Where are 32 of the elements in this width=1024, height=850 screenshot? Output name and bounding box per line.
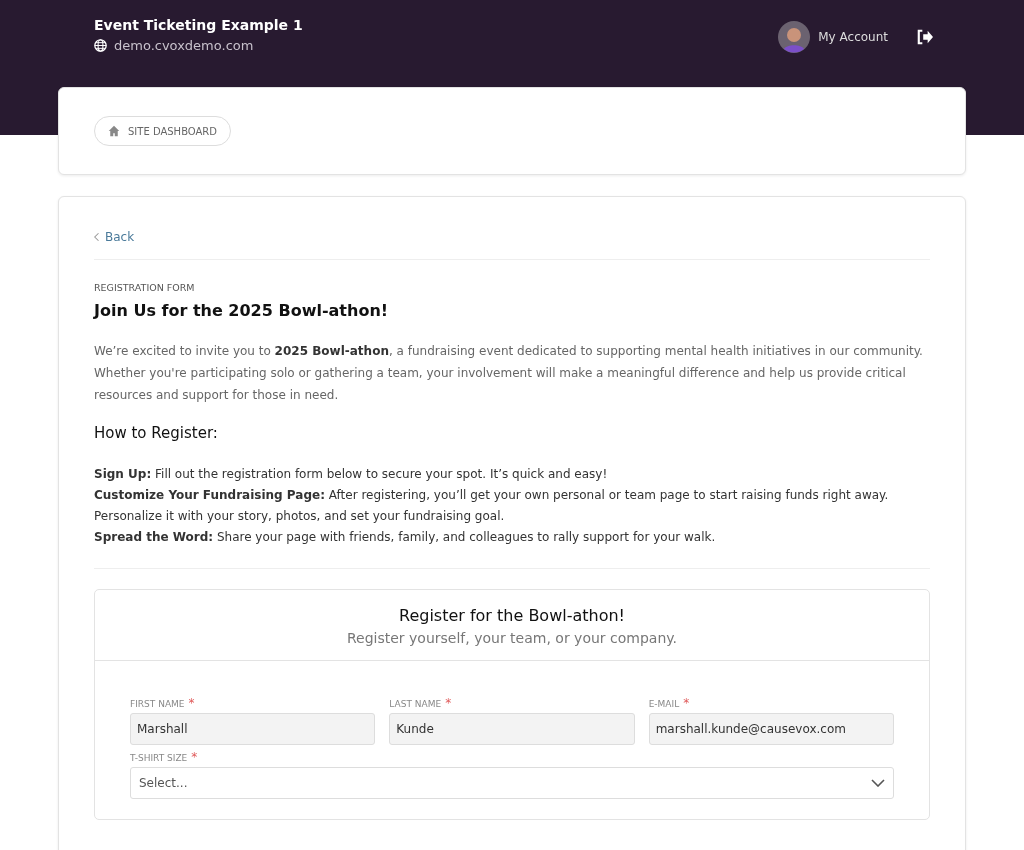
- avatar-icon[interactable]: [778, 21, 811, 53]
- required-mark: *: [445, 699, 452, 709]
- section-label: REGISTRATION FORM: [94, 282, 196, 293]
- field-label: T-SHIRT SIZE: [130, 753, 188, 763]
- field-label: FIRST NAME: [130, 699, 185, 709]
- field-label: LAST NAME: [389, 699, 442, 709]
- required-mark: *: [188, 699, 195, 709]
- chevron-left-icon: [94, 232, 100, 242]
- required-mark: *: [191, 753, 198, 763]
- intro-paragraph: We’re excited to invite you to 2025 Bowl-athon, a fundraising event dedicated to supporting mental health initiatives in our community. Whether you're participating solo or gathering a team, your involvement will make a meaningful difference and help us provide critical resources and support for those in need.: [94, 343, 924, 404]
- text-field[interactable]: Marshall: [130, 713, 376, 745]
- field-label: E-MAIL: [648, 699, 680, 709]
- required-mark: *: [683, 699, 690, 709]
- select-field[interactable]: Select...: [130, 767, 894, 799]
- my-account-link[interactable]: My Account: [818, 30, 888, 44]
- site-dashboard-button[interactable]: SITE DASHBOARD: [94, 116, 231, 146]
- page-title: Join Us for the 2025 Bowl-athon!: [94, 301, 390, 320]
- globe-icon: [94, 39, 107, 52]
- form-subtitle: Register yourself, your team, or your company.: [346, 630, 678, 646]
- text-field[interactable]: marshall.kunde@causevox.com: [648, 713, 894, 745]
- site-title: Event Ticketing Example 1: [94, 17, 303, 33]
- chevron-down-icon: [871, 779, 885, 787]
- back-link[interactable]: Back: [94, 230, 135, 244]
- step-text: Spread the Word: Share your page with friends, family, and colleagues to rally support for your walk.: [94, 529, 717, 546]
- text-field[interactable]: Kunde: [389, 713, 635, 745]
- site-url: demo.cvoxdemo.com: [114, 38, 254, 53]
- logout-icon[interactable]: [916, 29, 934, 45]
- step-text: Customize Your Fundraising Page: After registering, you’ll get your own personal or team page to start raising funds right away. Personalize it with your story, photos, and set your fundraising goal.: [94, 487, 890, 525]
- form-title: Register for the Bowl-athon!: [398, 606, 626, 625]
- steps-heading: How to Register:: [94, 424, 219, 442]
- step-text: Sign Up: Fill out the registration form below to secure your spot. It’s quick and easy!: [94, 466, 609, 483]
- home-icon: [108, 125, 120, 137]
